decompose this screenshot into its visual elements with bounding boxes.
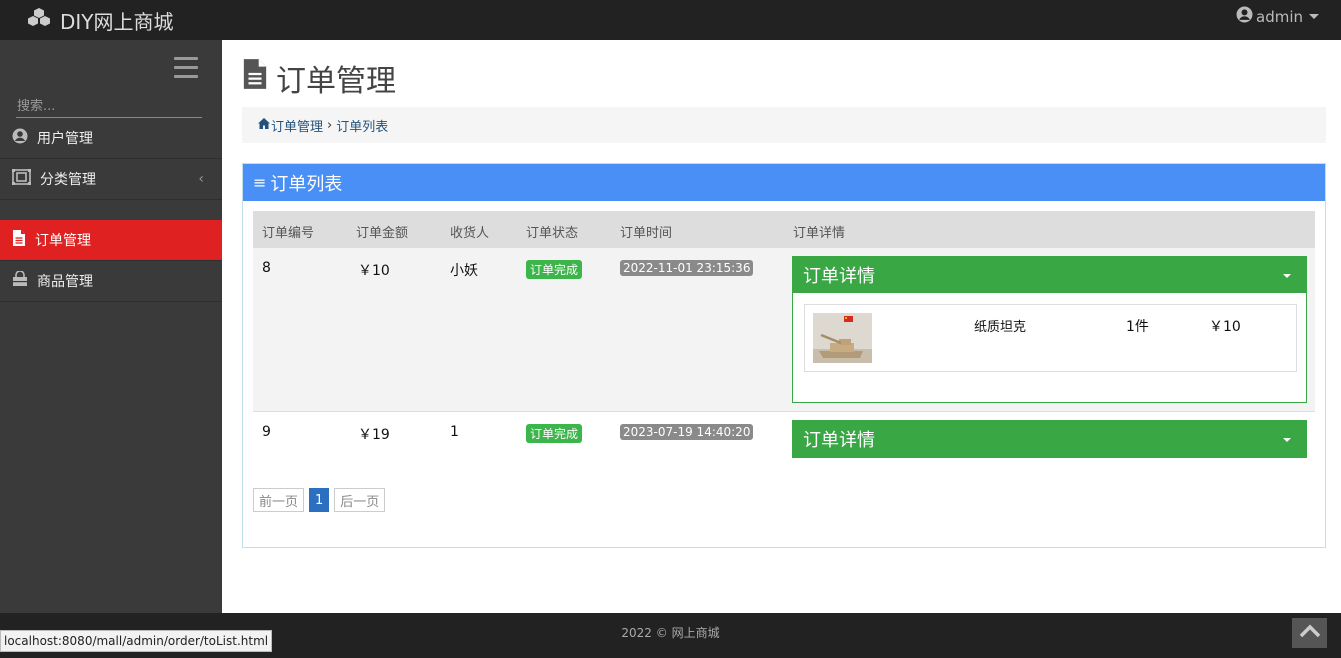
column-header: 订单编号 bbox=[262, 226, 315, 241]
order-detail-toggle[interactable]: 订单详情 bbox=[792, 256, 1307, 293]
user-menu[interactable]: admin bbox=[1236, 6, 1319, 27]
chevron-left-icon: ‹ bbox=[198, 171, 204, 187]
table-row: 8 ￥10 小妖 订单完成 2022-11-01 23:15:36 订单详情 纸… bbox=[253, 248, 1315, 412]
category-icon bbox=[12, 169, 40, 189]
page-1-button[interactable]: 1 bbox=[309, 488, 330, 512]
sidebar-item-users[interactable]: 用户管理 bbox=[0, 118, 222, 159]
sidebar-item-label: 用户管理 bbox=[37, 131, 93, 147]
list-icon: ≡ bbox=[253, 173, 267, 192]
breadcrumb-separator: › bbox=[327, 117, 333, 133]
brand-title: DIY网上商城 bbox=[60, 10, 174, 34]
shopping-bag-icon bbox=[12, 270, 37, 291]
table-header: 订单编号 订单金额 收货人 订单状态 订单时间 订单详情 bbox=[253, 211, 1315, 248]
sidebar-search-input[interactable] bbox=[16, 96, 202, 118]
product-thumbnail bbox=[813, 313, 872, 367]
order-detail-body: 纸质坦克 1件 ￥10 bbox=[792, 293, 1307, 403]
pagination: 前一页 1 后一页 bbox=[253, 488, 390, 512]
page-title-text: 订单管理 bbox=[276, 64, 396, 99]
status-bar-url: localhost:8080/mall/admin/order/toList.h… bbox=[0, 630, 273, 652]
product-price: ￥10 bbox=[1209, 319, 1241, 335]
cubes-icon bbox=[26, 7, 60, 34]
caret-down-icon bbox=[1309, 14, 1319, 19]
file-icon bbox=[12, 230, 35, 250]
order-detail-accordion: 订单详情 bbox=[792, 420, 1307, 458]
order-amount: ￥10 bbox=[358, 263, 390, 279]
user-name: admin bbox=[1256, 7, 1303, 26]
user-circle-icon bbox=[12, 128, 37, 148]
page-title: 订单管理 bbox=[242, 56, 396, 100]
column-header: 订单详情 bbox=[793, 226, 846, 241]
column-header: 订单时间 bbox=[620, 226, 673, 241]
order-id: 8 bbox=[262, 260, 271, 276]
order-id: 9 bbox=[262, 424, 271, 440]
next-page-button[interactable]: 后一页 bbox=[334, 488, 386, 512]
order-item: 纸质坦克 1件 ￥10 bbox=[804, 304, 1297, 372]
order-receiver: 1 bbox=[450, 424, 459, 440]
status-badge: 订单完成 bbox=[526, 260, 583, 279]
file-icon bbox=[242, 59, 276, 97]
column-header: 收货人 bbox=[450, 226, 490, 241]
chevron-up-icon bbox=[1299, 624, 1321, 642]
order-list-panel: ≡ 订单列表 订单编号 订单金额 收货人 订单状态 订单时间 订单详情 8 ￥1… bbox=[242, 163, 1326, 548]
order-detail-title: 订单详情 bbox=[803, 429, 875, 451]
column-header: 订单状态 bbox=[526, 226, 579, 241]
time-badge: 2023-07-19 14:40:20 bbox=[620, 424, 754, 440]
order-detail-divider bbox=[792, 457, 1307, 458]
sidebar-item-label: 分类管理 bbox=[40, 172, 96, 188]
breadcrumb: 订单管理 › 订单列表 bbox=[242, 107, 1326, 143]
order-amount: ￥19 bbox=[358, 427, 390, 443]
sidebar-item-categories[interactable]: 分类管理 ‹ bbox=[0, 159, 222, 200]
status-badge: 订单完成 bbox=[526, 424, 583, 443]
breadcrumb-root-link[interactable]: 订单管理 bbox=[271, 116, 323, 135]
sidebar-item-products[interactable]: 商品管理 bbox=[0, 261, 222, 302]
table-row: 9 ￥19 1 订单完成 2023-07-19 14:40:20 订单详情 bbox=[253, 412, 1315, 466]
prev-page-button[interactable]: 前一页 bbox=[253, 488, 305, 512]
orders-table: 订单编号 订单金额 收货人 订单状态 订单时间 订单详情 8 ￥10 小妖 订单… bbox=[253, 211, 1315, 466]
sidebar: 用户管理 分类管理 ‹ 订单管理 商品管理 bbox=[0, 40, 222, 613]
panel-title: 订单列表 bbox=[270, 173, 343, 195]
column-header: 订单金额 bbox=[356, 226, 409, 241]
caret-down-icon bbox=[1283, 274, 1291, 278]
sidebar-item-orders[interactable]: 订单管理 bbox=[0, 220, 222, 261]
user-circle-icon bbox=[1236, 6, 1256, 27]
order-receiver: 小妖 bbox=[450, 263, 478, 279]
brand-link[interactable]: DIY网上商城 bbox=[26, 6, 174, 35]
order-detail-toggle[interactable]: 订单详情 bbox=[792, 420, 1307, 457]
product-quantity: 1件 bbox=[1126, 319, 1149, 335]
breadcrumb-current[interactable]: 订单列表 bbox=[336, 116, 388, 135]
caret-down-icon bbox=[1283, 438, 1291, 442]
sidebar-item-label: 商品管理 bbox=[37, 274, 93, 290]
product-name: 纸质坦克 bbox=[974, 320, 1027, 335]
home-icon bbox=[258, 117, 271, 133]
hamburger-menu-icon[interactable] bbox=[174, 57, 198, 79]
order-detail-title: 订单详情 bbox=[803, 265, 875, 287]
sidebar-item-label: 订单管理 bbox=[35, 233, 91, 249]
order-detail-accordion: 订单详情 bbox=[792, 256, 1307, 403]
scroll-to-top-button[interactable] bbox=[1292, 618, 1327, 648]
top-navbar: DIY网上商城 admin bbox=[0, 0, 1341, 40]
time-badge: 2022-11-01 23:15:36 bbox=[620, 260, 754, 276]
panel-heading: ≡ 订单列表 bbox=[243, 164, 1325, 201]
